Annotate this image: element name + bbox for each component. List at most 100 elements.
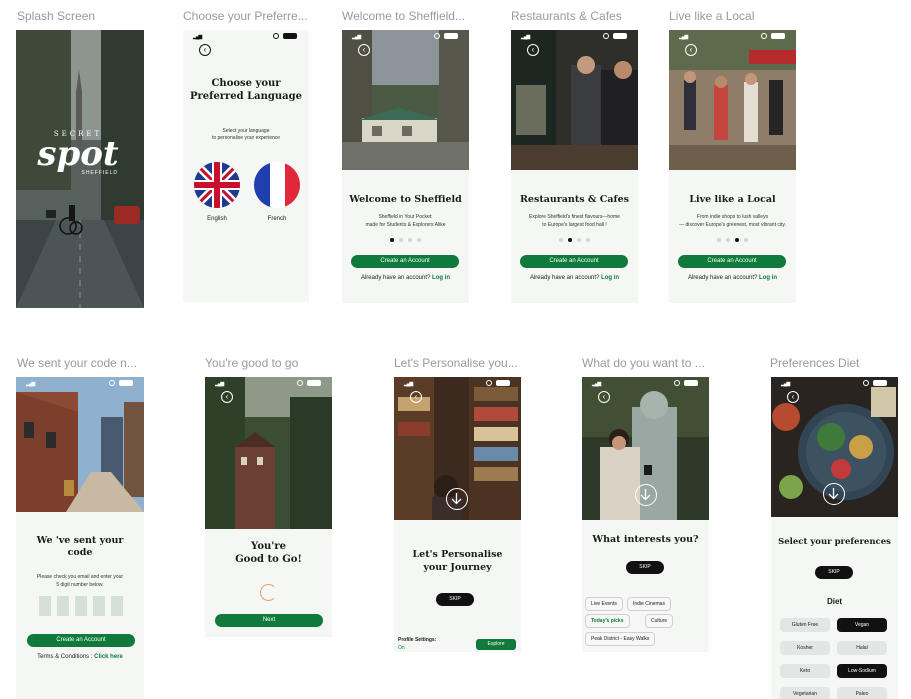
interest-chip[interactable]: Live Events xyxy=(585,597,623,611)
signal-icon: ▂▄▆ xyxy=(679,34,688,40)
camera-icon xyxy=(863,380,869,386)
pager-dot[interactable] xyxy=(577,238,581,242)
diet-chip[interactable]: Halal xyxy=(837,641,887,655)
restaurants-title: Restaurants & Cafes xyxy=(520,194,629,205)
status-bar: ▂▄▆ xyxy=(394,377,521,389)
back-icon[interactable]: ‹ xyxy=(358,44,370,56)
scroll-down-icon[interactable] xyxy=(446,488,468,510)
france-flag-icon[interactable] xyxy=(254,162,300,208)
signal-icon: ▂▄▆ xyxy=(215,381,224,387)
logo-spot: spot xyxy=(37,134,119,174)
skip-button[interactable]: SKIP xyxy=(626,561,664,574)
interest-chip[interactable]: Peak District - Easy Walks xyxy=(585,632,656,646)
code-digit-input[interactable] xyxy=(57,596,69,616)
profile-settings-value[interactable]: On xyxy=(398,645,405,651)
language-screen: ▂▄▆ ‹ Choose your Preferred Language Sel… xyxy=(183,30,309,302)
pager-dot[interactable] xyxy=(390,238,394,242)
uk-flag-icon[interactable] xyxy=(194,162,240,208)
login-link[interactable]: Log in xyxy=(432,275,450,281)
pager-dot[interactable] xyxy=(408,238,412,242)
create-account-button[interactable]: Create an Account xyxy=(520,255,628,268)
frame-label-welcome: Welcome to Sheffield... xyxy=(342,9,465,23)
create-account-button[interactable]: Create an Account xyxy=(351,255,459,268)
login-prompt: Already have an account? xyxy=(360,275,431,281)
signal-icon: ▂▄▆ xyxy=(781,381,790,387)
battery-icon xyxy=(496,380,510,386)
code-digit-input[interactable] xyxy=(75,596,87,616)
battery-icon xyxy=(771,33,785,39)
back-icon[interactable]: ‹ xyxy=(685,44,697,56)
camera-icon xyxy=(486,380,492,386)
scroll-down-icon[interactable] xyxy=(823,483,845,505)
local-screen: ▂▄▆ ‹ Live like a Local From indie shops… xyxy=(669,30,796,303)
status-bar: ▂▄▆ xyxy=(669,30,796,42)
interest-chip[interactable]: Today's picks xyxy=(585,614,630,628)
camera-icon xyxy=(109,380,115,386)
skip-button[interactable]: SKIP xyxy=(436,593,474,606)
diet-chip[interactable]: Keto xyxy=(780,664,830,678)
code-title-1: We 've sent your xyxy=(36,535,124,546)
diet-chip[interactable]: Vegetarian xyxy=(780,687,830,699)
login-link[interactable]: Log in xyxy=(601,275,619,281)
skip-button[interactable]: SKIP xyxy=(815,566,853,579)
code-digit-input[interactable] xyxy=(93,596,105,616)
option-french[interactable]: French xyxy=(254,216,300,222)
splash-screen: SECRET spot SHEFFIELD xyxy=(16,30,144,308)
login-row: Already have an account? Log in xyxy=(342,275,469,281)
welcome-screen: ▂▄▆ ‹ Welcome to Sheffield Sheffield in … xyxy=(342,30,469,303)
restaurants-body-2: to Europe's largest food hall ! xyxy=(542,222,607,228)
personalise-title-1: Let's Personalise xyxy=(412,549,503,560)
pager-dots xyxy=(511,238,638,242)
create-account-button[interactable]: Create an Account xyxy=(678,255,786,268)
language-title-1: Choose your xyxy=(211,78,281,89)
code-body-2: 5 digit number below. xyxy=(56,582,104,588)
diet-chip[interactable]: Gluten Free xyxy=(780,618,830,632)
language-subtitle-1: Select your language xyxy=(222,128,270,134)
code-digit-input[interactable] xyxy=(39,596,51,616)
welcome-title: Welcome to Sheffield xyxy=(349,194,462,205)
signal-icon: ▂▄▆ xyxy=(592,381,601,387)
pager-dot[interactable] xyxy=(399,238,403,242)
pager-dots xyxy=(669,238,796,242)
login-link[interactable]: Log in xyxy=(759,275,777,281)
pager-dot[interactable] xyxy=(417,238,421,242)
diet-chip[interactable]: Kosher xyxy=(780,641,830,655)
pager-dot[interactable] xyxy=(586,238,590,242)
frame-label-interests: What do you want to ... xyxy=(582,356,705,370)
explore-button[interactable]: Explore xyxy=(476,639,516,650)
diet-chip[interactable]: Low-Sodium xyxy=(837,664,887,678)
diet-chip[interactable]: Vegan xyxy=(837,618,887,632)
back-icon[interactable]: ‹ xyxy=(598,391,610,403)
status-bar: ▂▄▆ xyxy=(582,377,709,389)
diet-chip[interactable]: Paleo xyxy=(837,687,887,699)
local-body-2: — discover Europe's greenest, most vibra… xyxy=(679,222,786,228)
welcome-body-2: made for Students & Explorers Alike xyxy=(365,222,446,228)
next-button[interactable]: Next xyxy=(215,614,323,627)
interests-title: What interests you? xyxy=(592,534,699,545)
pager-dot[interactable] xyxy=(568,238,572,242)
back-icon[interactable]: ‹ xyxy=(410,391,422,403)
code-digit-input[interactable] xyxy=(111,596,123,616)
terms-row: Terms & Conditions : Click here xyxy=(16,654,144,660)
login-prompt: Already have an account? xyxy=(529,275,600,281)
option-english[interactable]: English xyxy=(194,216,240,222)
back-icon[interactable]: ‹ xyxy=(199,44,211,56)
pager-dot[interactable] xyxy=(726,238,730,242)
back-icon[interactable]: ‹ xyxy=(527,44,539,56)
create-account-button[interactable]: Create an Account xyxy=(27,634,135,647)
scroll-down-icon[interactable] xyxy=(635,484,657,506)
pager-dot[interactable] xyxy=(559,238,563,242)
terms-link[interactable]: Click here xyxy=(94,654,123,660)
pager-dot[interactable] xyxy=(735,238,739,242)
signal-icon: ▂▄▆ xyxy=(404,381,413,387)
back-icon[interactable]: ‹ xyxy=(787,391,799,403)
interest-chip[interactable]: Indie Cinemas xyxy=(627,597,671,611)
signal-icon: ▂▄▆ xyxy=(26,381,35,387)
pager-dot[interactable] xyxy=(717,238,721,242)
terms-prompt: Terms & Conditions : xyxy=(37,654,93,660)
interest-chip[interactable]: Culture xyxy=(645,614,674,628)
back-icon[interactable]: ‹ xyxy=(221,391,233,403)
pager-dot[interactable] xyxy=(744,238,748,242)
restaurants-screen: ▂▄▆ ‹ Restaurants & Cafes Explore Sheffi… xyxy=(511,30,638,303)
signal-icon: ▂▄▆ xyxy=(193,34,202,40)
